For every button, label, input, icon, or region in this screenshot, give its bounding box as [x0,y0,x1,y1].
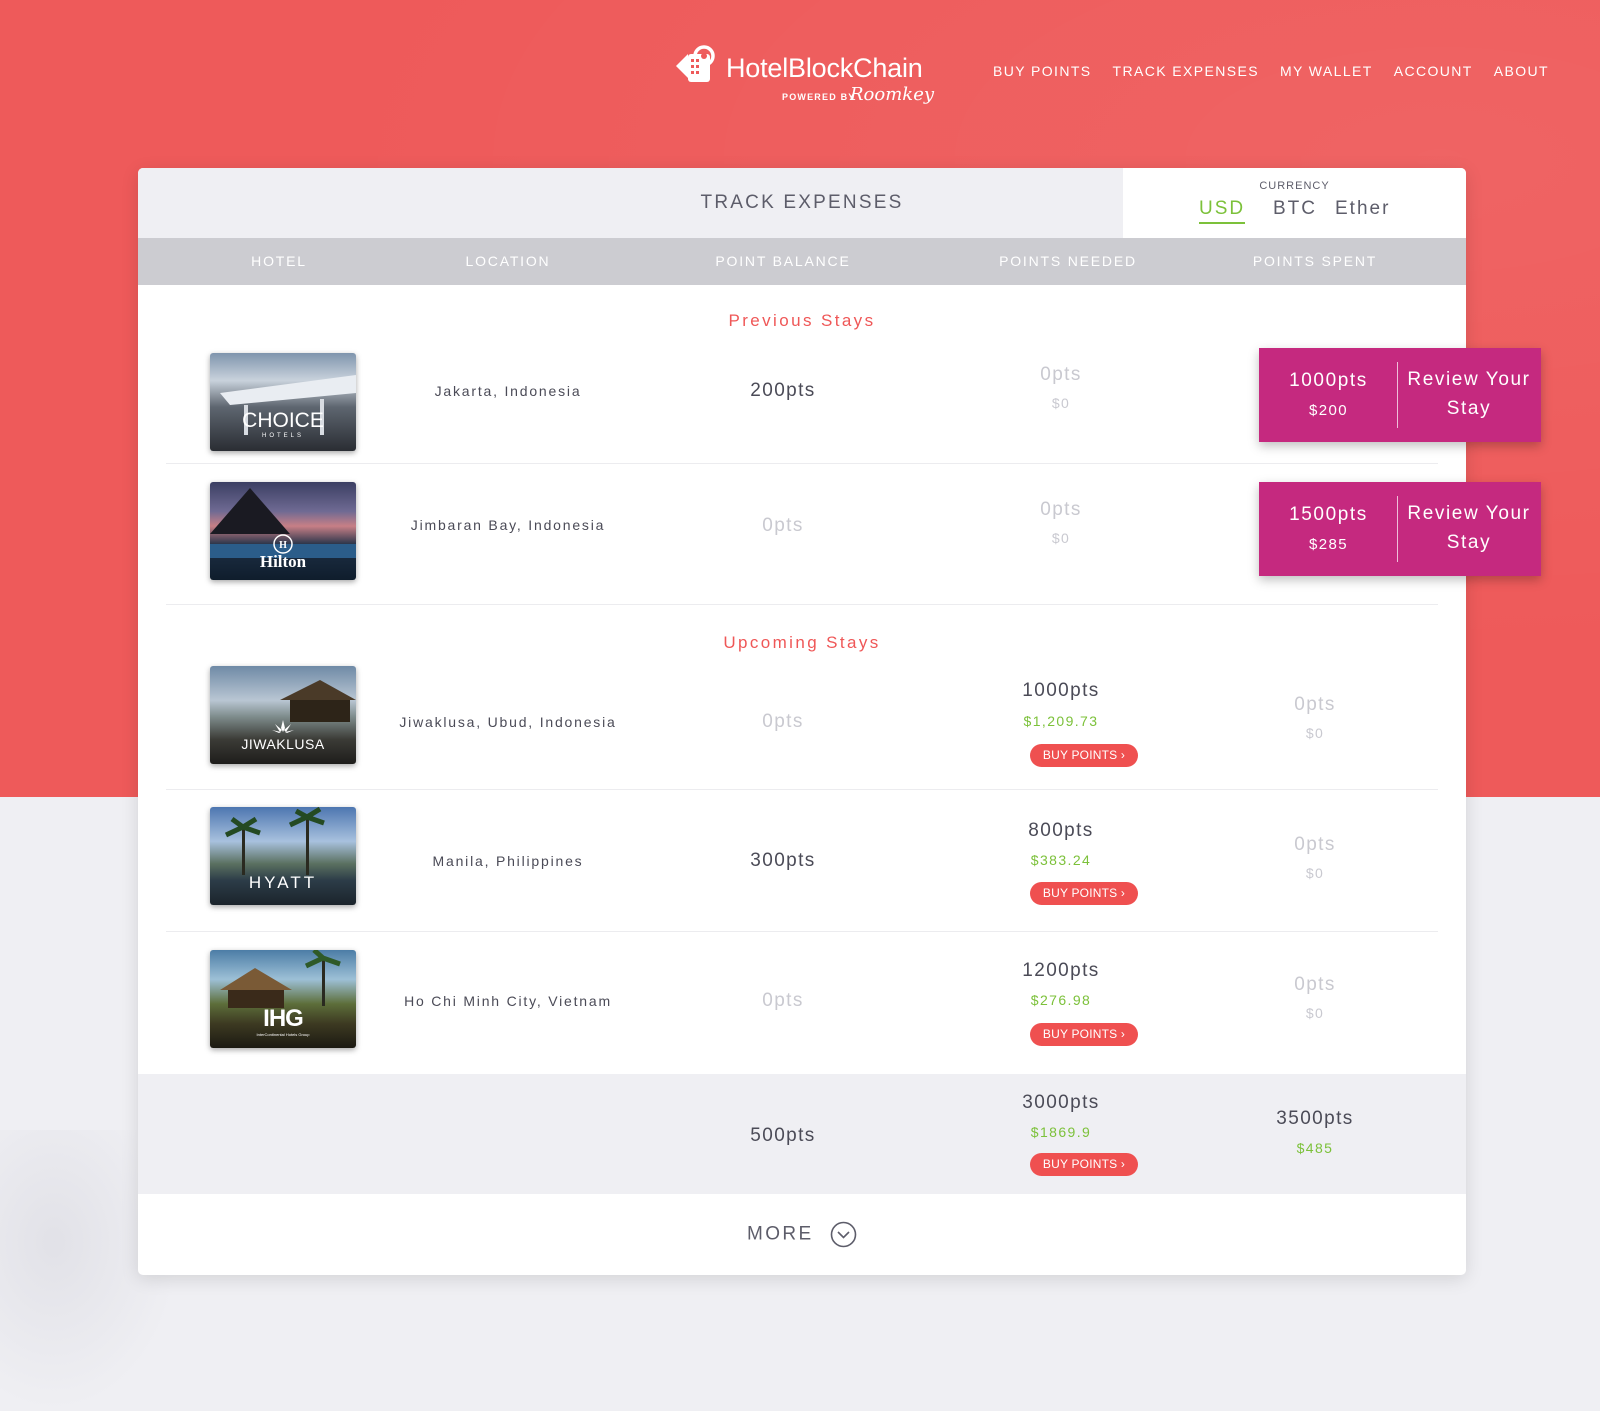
col-location: LOCATION [465,253,551,269]
total-point-balance: 500pts [750,1125,816,1146]
table-header: HOTEL LOCATION POINT BALANCE POINTS NEED… [138,238,1466,285]
currency-ether[interactable]: Ether [1335,198,1390,220]
location-text: Manila, Philippines [432,853,584,869]
location-text: Ho Chi Minh City, Vietnam [404,993,612,1009]
table-row: CHOICE HOTELS Jakarta, Indonesia 200pts … [138,343,1541,483]
ticket-key-icon [676,45,715,82]
hotel-brand-label: CHOICE [242,409,324,432]
points-spent-value: $0 [1305,725,1325,741]
review-your-stay-button[interactable]: Review Your Stay [1398,348,1540,442]
hotel-brand-sub: InterContinental Hotels Group [256,1032,310,1037]
review-your-stay-button[interactable]: Review Your Stay [1398,482,1540,576]
table-row: IHG InterContinental Hotels Group Ho Chi… [138,932,1466,1072]
hotel-brand-label: IHG [263,1005,304,1032]
hotel-thumbnail[interactable]: HYATT [210,807,356,905]
row-divider [166,604,1438,605]
point-balance: 0pts [762,515,804,536]
more-button[interactable]: MORE [138,1221,1466,1251]
total-points-needed-value: $1869.9 [1030,1124,1092,1140]
buy-points-button[interactable]: BUY POINTS › [1030,882,1138,905]
review-label: Review Your Stay [1407,369,1531,419]
total-points-spent: 3500pts [1276,1108,1354,1129]
partner-name: Roomkey [850,84,935,105]
nav-my-wallet[interactable]: MY WALLET [1280,63,1373,79]
review-stay-card: 1000pts $200 Review Your Stay [1259,348,1541,442]
section-previous-stays: Previous Stays [728,311,876,330]
table-row: JIWAKLUSA Jiwaklusa, Ubud, Indonesia 0pt… [138,658,1466,798]
hotel-thumbnail[interactable]: IHG InterContinental Hotels Group [210,950,356,1048]
points-needed-value: $0 [1051,395,1071,411]
table-row: HYATT Manila, Philippines 300pts 800pts … [138,790,1466,930]
main-nav: BUY POINTS TRACK EXPENSES MY WALLET ACCO… [993,63,1549,79]
card-header: TRACK EXPENSES CURRENCY USD BTC Ether [138,168,1466,238]
hotel-thumbnail[interactable]: H Hilton [210,482,356,580]
chevron-down-circle-icon [830,1221,857,1248]
points-spent-value: $285 [1309,536,1348,553]
points-needed-value: $383.24 [1030,852,1092,868]
brand-logo[interactable]: HotelBlockChain POWERED BY Roomkey [674,40,934,116]
currency-btc[interactable]: BTC [1273,198,1317,220]
section-upcoming-stays: Upcoming Stays [723,633,881,652]
hotel-brand-sub: HOTELS [261,433,304,439]
currency-usd[interactable]: USD [1199,198,1246,224]
lotus-icon [272,720,294,733]
hotel-thumbnail[interactable]: JIWAKLUSA [210,666,356,764]
total-points-spent-value: $485 [1296,1140,1334,1156]
nav-track-expenses[interactable]: TRACK EXPENSES [1113,63,1259,79]
points-needed: 800pts [1028,820,1094,841]
hotel-brand-label: HYATT [248,873,318,892]
powered-by-label: POWERED BY [782,92,856,102]
points-spent: 0pts [1294,834,1336,855]
review-label: Review Your Stay [1407,503,1531,553]
location-text: Jakarta, Indonesia [434,383,582,399]
hotel-brand-label: Hilton [259,552,307,571]
brand-name: HotelBlockChain [726,53,923,83]
review-stay-card: 1500pts $285 Review Your Stay [1259,482,1541,576]
svg-text:H: H [279,540,287,551]
points-needed-value: $276.98 [1030,992,1092,1008]
point-balance: 0pts [762,711,804,732]
hilton-mark-icon: H [273,534,293,554]
location-text: Jiwaklusa, Ubud, Indonesia [399,714,617,730]
points-needed-value: $0 [1051,530,1071,546]
points-needed: 0pts [1040,364,1082,385]
points-spent: 0pts [1294,694,1336,715]
totals-row: 500pts 3000pts $1869.9 BUY POINTS › 3500… [138,1074,1466,1194]
points-spent-value: $0 [1305,1005,1325,1021]
points-spent-value: $0 [1305,865,1325,881]
point-balance: 300pts [750,850,816,871]
points-spent-value: $200 [1309,402,1348,419]
col-points-spent: POINTS SPENT [1252,253,1378,269]
points-spent: 0pts [1294,974,1336,995]
point-balance: 0pts [762,990,804,1011]
buy-points-button[interactable]: BUY POINTS › [1030,1153,1138,1176]
col-point-balance: POINT BALANCE [715,253,851,269]
points-spent: 1000pts [1289,370,1368,391]
points-spent-box: 1500pts $285 [1259,496,1398,562]
point-balance: 200pts [750,380,816,401]
currency-label: CURRENCY [1259,180,1330,192]
more-label: MORE [746,1223,814,1245]
nav-about[interactable]: ABOUT [1494,63,1549,79]
hotel-thumbnail[interactable]: CHOICE HOTELS [210,353,356,451]
table-row: H Hilton Jimbaran Bay, Indonesia 0pts 0p… [138,464,1541,604]
points-spent: 1500pts [1289,504,1368,525]
buy-points-button[interactable]: BUY POINTS › [1030,1023,1138,1046]
location-text: Jimbaran Bay, Indonesia [410,517,606,533]
currency-options: USD BTC Ether [1123,198,1466,228]
points-needed: 0pts [1040,499,1082,520]
total-points-needed: 3000pts [1022,1092,1100,1113]
buy-points-button[interactable]: BUY POINTS › [1030,744,1138,767]
points-spent-box: 1000pts $200 [1259,362,1398,428]
points-needed: 1000pts [1022,680,1100,701]
hotel-brand-label: JIWAKLUSA [241,736,325,752]
col-hotel: HOTEL [251,253,307,269]
points-needed: 1200pts [1022,960,1100,981]
nav-buy-points[interactable]: BUY POINTS [993,63,1092,79]
track-expenses-card: TRACK EXPENSES CURRENCY USD BTC Ether HO… [138,168,1541,1275]
currency-selector: CURRENCY USD BTC Ether [1123,168,1466,238]
points-needed-value: $1,209.73 [1023,713,1099,729]
col-points-needed: POINTS NEEDED [999,253,1137,269]
nav-account[interactable]: ACCOUNT [1394,63,1473,79]
